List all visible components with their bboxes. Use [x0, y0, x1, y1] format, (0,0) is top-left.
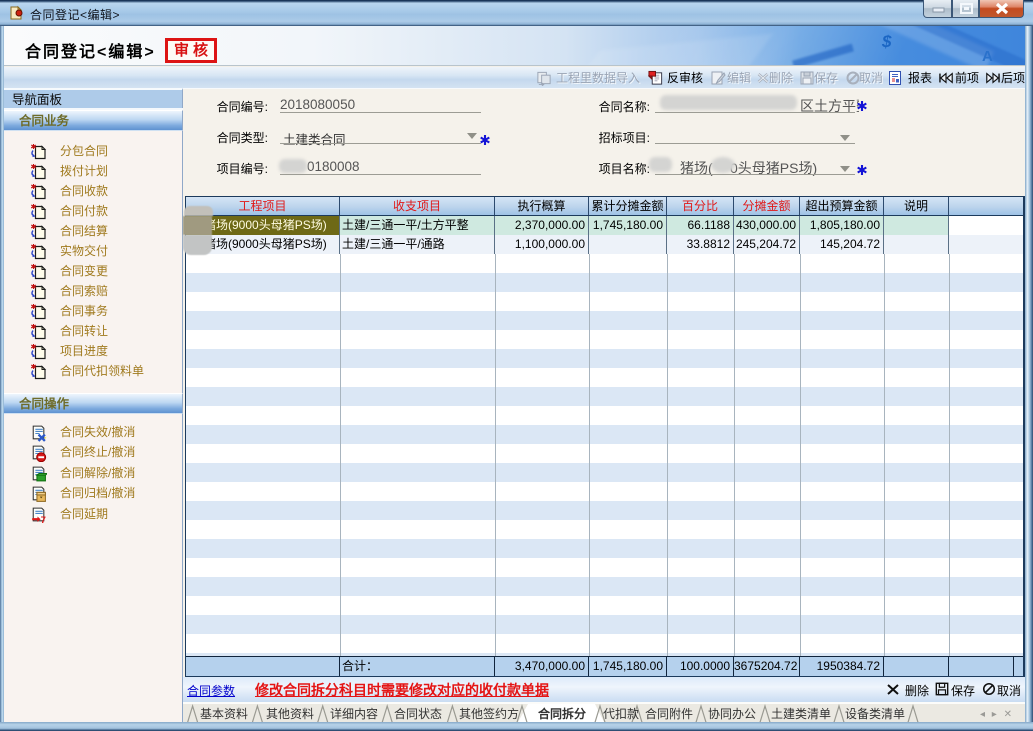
- svg-text:7: 7: [41, 515, 46, 524]
